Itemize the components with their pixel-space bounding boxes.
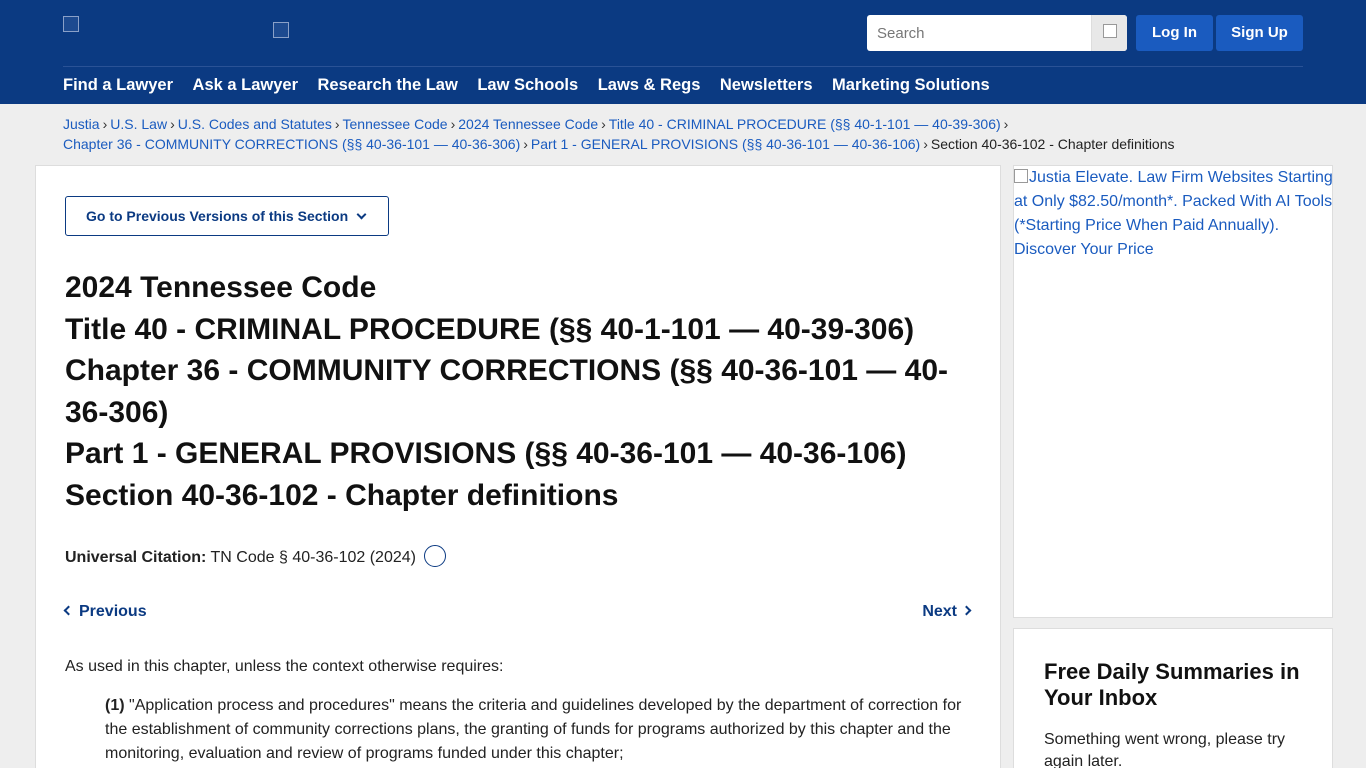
citation-info-icon[interactable]: [423, 545, 446, 567]
chevron-down-icon: [356, 209, 367, 220]
search-input[interactable]: [867, 15, 1091, 51]
search-icon: [1103, 24, 1117, 38]
breadcrumb-link[interactable]: Part 1 - GENERAL PROVISIONS (§§ 40-36-10…: [531, 136, 920, 152]
ad-image-alt-text[interactable]: Justia Elevate. Law Firm Websites Starti…: [1014, 166, 1334, 262]
main-content-card: Go to Previous Versions of this Section …: [35, 165, 1001, 768]
previous-versions-label: Go to Previous Versions of this Section: [86, 208, 349, 224]
justia-logo-image[interactable]: [63, 16, 79, 32]
newsletter-error-message: Something went wrong, please try again l…: [1044, 731, 1286, 768]
breadcrumb-link[interactable]: 2024 Tennessee Code: [458, 116, 598, 132]
breadcrumb-separator: ›: [450, 116, 456, 132]
nav-find-a-lawyer[interactable]: Find a Lawyer: [63, 75, 173, 95]
title-line: Chapter 36 - COMMUNITY CORRECTIONS (§§ 4…: [65, 354, 948, 429]
broken-image-icon: [1014, 169, 1028, 183]
breadcrumb-separator: ›: [923, 136, 928, 152]
header-divider: [63, 66, 1303, 67]
newsletter-signup-box: Free Daily Summaries in Your Inbox Somet…: [1013, 628, 1333, 768]
breadcrumb-current: Section 40-36-102 - Chapter definitions: [930, 136, 1175, 152]
citation-label: Universal Citation:: [65, 549, 207, 567]
breadcrumb-link[interactable]: Title 40 - CRIMINAL PROCEDURE (§§ 40-1-1…: [609, 116, 1001, 132]
next-section-link[interactable]: Next: [922, 602, 972, 622]
universal-citation: Universal Citation: TN Code § 40-36-102 …: [65, 545, 446, 569]
chevron-right-icon: [961, 605, 972, 616]
breadcrumb-separator: ›: [1003, 116, 1009, 132]
paragraph-number: (1): [105, 697, 125, 714]
paragraph-text: "Application process and procedures" mea…: [105, 697, 962, 762]
previous-section-link[interactable]: Previous: [63, 602, 147, 622]
breadcrumb-link[interactable]: Chapter 36 - COMMUNITY CORRECTIONS (§§ 4…: [63, 136, 520, 152]
title-line: Part 1 - GENERAL PROVISIONS (§§ 40-36-10…: [65, 437, 907, 470]
login-button[interactable]: Log In: [1136, 15, 1213, 51]
chevron-left-icon: [63, 605, 74, 616]
next-label: Next: [922, 603, 957, 620]
nav-research-the-law[interactable]: Research the Law: [318, 75, 458, 95]
citation-value: TN Code § 40-36-102 (2024): [210, 549, 416, 567]
title-line: Title 40 - CRIMINAL PROCEDURE (§§ 40-1-1…: [65, 312, 915, 346]
breadcrumb-separator: ›: [102, 116, 108, 132]
breadcrumb-link[interactable]: Justia: [63, 116, 100, 132]
definition-paragraph: (1) "Application process and procedures"…: [105, 694, 975, 766]
previous-versions-dropdown[interactable]: Go to Previous Versions of this Section: [65, 196, 389, 236]
site-header: Log In Sign Up Find a Lawyer Ask a Lawye…: [0, 0, 1366, 104]
breadcrumb-separator: ›: [523, 136, 528, 152]
title-line: Section 40-36-102 - Chapter definitions: [65, 478, 619, 512]
breadcrumb-separator: ›: [170, 116, 175, 132]
search-box: [867, 15, 1127, 51]
nav-laws-and-regs[interactable]: Laws & Regs: [598, 75, 701, 95]
breadcrumb-link[interactable]: Tennessee Code: [343, 116, 448, 132]
breadcrumb: Justia › U.S. Law › U.S. Codes and Statutes ›…: [63, 114, 1263, 154]
page-title: 2024 Tennessee Code Title 40 - CRIMINAL …: [65, 267, 985, 516]
breadcrumb-link[interactable]: U.S. Law: [110, 116, 167, 132]
breadcrumb-link[interactable]: U.S. Codes and Statutes: [178, 116, 332, 132]
signup-button[interactable]: Sign Up: [1216, 15, 1303, 51]
search-button[interactable]: [1091, 15, 1127, 51]
sidebar-ad[interactable]: Justia Elevate. Law Firm Websites Starti…: [1013, 165, 1333, 618]
nav-marketing-solutions[interactable]: Marketing Solutions: [832, 75, 990, 95]
main-nav: Find a Lawyer Ask a Lawyer Research the …: [63, 75, 1009, 95]
ad-alt-label: Justia Elevate. Law Firm Websites Starti…: [1014, 169, 1333, 258]
previous-label: Previous: [79, 603, 147, 620]
breadcrumb-separator: ›: [334, 116, 340, 132]
section-intro: As used in this chapter, unless the cont…: [65, 658, 504, 675]
nav-law-schools[interactable]: Law Schools: [477, 75, 578, 95]
breadcrumb-separator: ›: [601, 116, 606, 132]
title-line: 2024 Tennessee Code: [65, 271, 377, 304]
nav-newsletters[interactable]: Newsletters: [720, 75, 813, 95]
nav-ask-a-lawyer[interactable]: Ask a Lawyer: [193, 75, 298, 95]
header-banner-image[interactable]: [273, 22, 289, 38]
newsletter-title: Free Daily Summaries in Your Inbox: [1044, 659, 1300, 710]
